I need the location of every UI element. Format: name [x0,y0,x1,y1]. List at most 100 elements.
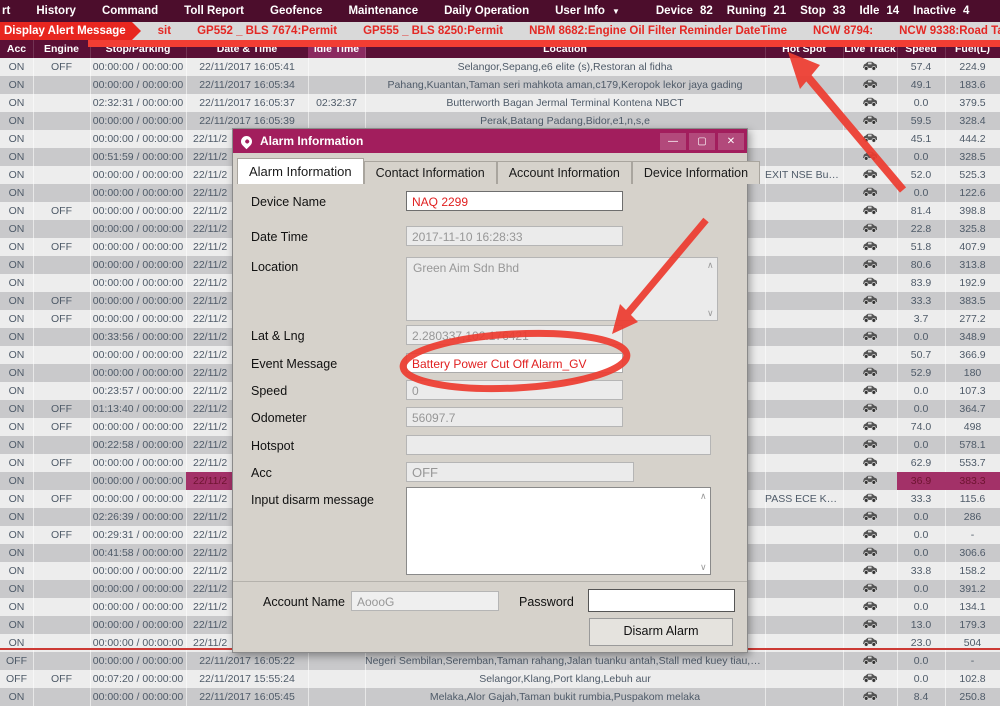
cell-hot-spot [765,184,844,202]
car-icon[interactable] [862,385,878,395]
car-icon[interactable] [862,151,878,161]
cell-acc: ON [0,472,34,490]
cell-live-track [843,544,898,562]
cell-hot-spot [765,58,844,76]
table-row[interactable]: ON OFF 00:00:00 / 00:00:00 22/11/2017 16… [0,58,1000,76]
alert-message: NBM 8682:Engine Oil Filter Reminder Date… [529,25,787,37]
cell-hot-spot: PASS ECE Kar... [765,490,844,508]
close-button[interactable]: ✕ [718,133,744,150]
cell-hot-spot [765,418,844,436]
car-icon[interactable] [862,565,878,575]
car-icon[interactable] [862,583,878,593]
car-icon[interactable] [862,313,878,323]
column-header-acc[interactable]: Acc [0,40,34,58]
menu-item-command[interactable]: Command [89,5,171,17]
cell-stop-parking: 00:00:00 / 00:00:00 [90,598,187,616]
car-icon[interactable] [862,79,878,89]
lat-lng-field[interactable]: 2.280337,102.176421 [406,325,623,345]
location-field[interactable]: Green Aim Sdn Bhd [406,257,718,321]
cell-acc: ON [0,328,34,346]
chevron-down-icon[interactable]: ▼ [612,7,620,16]
maximize-button[interactable]: ▢ [689,133,715,150]
car-icon[interactable] [862,277,878,287]
car-icon[interactable] [862,475,878,485]
cell-fuel: 102.8 [945,670,1000,688]
menu-item-report[interactable]: rt [0,5,23,17]
disarm-message-field[interactable] [406,487,711,575]
table-row[interactable]: ON 00:00:00 / 00:00:00 22/11/2017 16:05:… [0,688,1000,706]
car-icon[interactable] [862,331,878,341]
date-time-field[interactable]: 2017-11-10 16:28:33 [406,226,623,246]
car-icon[interactable] [862,511,878,521]
car-icon[interactable] [862,421,878,431]
car-icon[interactable] [862,187,878,197]
cell-fuel: 525.3 [945,166,1000,184]
minimize-button[interactable]: — [660,133,686,150]
device-name-field[interactable]: NAQ 2299 [406,191,623,211]
scroll-up-icon: ∧ [707,261,714,270]
cell-acc: ON [0,490,34,508]
cell-engine: OFF [33,400,91,418]
table-row[interactable]: OFF OFF 00:07:20 / 00:00:00 22/11/2017 1… [0,670,1000,688]
dialog-title-bar[interactable]: Alarm Information — ▢ ✕ [233,129,747,153]
car-icon[interactable] [862,439,878,449]
table-row[interactable]: ON 00:00:00 / 00:00:00 22/11/2017 16:05:… [0,76,1000,94]
account-name-field[interactable]: AoooG [351,591,499,611]
tab-device-information[interactable]: Device Information [632,161,760,184]
car-icon[interactable] [862,295,878,305]
car-icon[interactable] [862,349,878,359]
cell-stop-parking: 00:00:00 / 00:00:00 [90,418,187,436]
tab-contact-information[interactable]: Contact Information [364,161,497,184]
tab-account-information[interactable]: Account Information [497,161,632,184]
car-icon[interactable] [862,637,878,647]
event-message-field[interactable]: Battery Power Cut Off Alarm_GV [406,353,623,373]
car-icon[interactable] [862,601,878,611]
cell-engine [33,148,91,166]
cell-stop-parking: 00:00:00 / 00:00:00 [90,166,187,184]
car-icon[interactable] [862,97,878,107]
menu-item-maintenance[interactable]: Maintenance [335,5,431,17]
table-row[interactable]: OFF 00:00:00 / 00:00:00 22/11/2017 16:05… [0,652,1000,670]
car-icon[interactable] [862,223,878,233]
car-icon[interactable] [862,529,878,539]
car-icon[interactable] [862,169,878,179]
car-icon[interactable] [862,133,878,143]
cell-fuel: 379.5 [945,94,1000,112]
car-icon[interactable] [862,547,878,557]
menu-item-geofence[interactable]: Geofence [257,5,335,17]
disarm-alarm-button[interactable]: Disarm Alarm [589,618,733,646]
car-icon[interactable] [862,457,878,467]
cell-stop-parking: 00:00:00 / 00:00:00 [90,58,187,76]
menu-item-toll-report[interactable]: Toll Report [171,5,257,17]
cell-stop-parking: 00:23:57 / 00:00:00 [90,382,187,400]
car-icon[interactable] [862,205,878,215]
speed-field[interactable]: 0 [406,380,623,400]
menu-item-history[interactable]: History [23,5,89,17]
cell-hot-spot [765,382,844,400]
hotspot-field[interactable] [406,435,711,455]
car-icon[interactable] [862,403,878,413]
cell-speed: 57.4 [897,58,946,76]
car-icon[interactable] [862,367,878,377]
car-icon[interactable] [862,691,878,701]
menu-item-daily-operation[interactable]: Daily Operation [431,5,542,17]
display-alert-message-badge[interactable]: Display Alert Message [0,22,132,40]
car-icon[interactable] [862,619,878,629]
car-icon[interactable] [862,241,878,251]
table-row[interactable]: ON 02:32:31 / 00:00:00 22/11/2017 16:05:… [0,94,1000,112]
password-field[interactable] [588,589,735,612]
car-icon[interactable] [862,493,878,503]
car-icon[interactable] [862,655,878,665]
acc-field[interactable]: OFF [406,462,634,482]
car-icon[interactable] [862,259,878,269]
car-icon[interactable] [862,673,878,683]
menu-item-user-info[interactable]: User Info [542,5,618,17]
car-icon[interactable] [862,61,878,71]
odometer-field[interactable]: 56097.7 [406,407,623,427]
cell-speed: 33.8 [897,562,946,580]
column-header-engine[interactable]: Engine [33,40,91,58]
car-icon[interactable] [862,115,878,125]
cell-stop-parking: 00:00:00 / 00:00:00 [90,652,187,670]
cell-engine [33,220,91,238]
tab-alarm-information[interactable]: Alarm Information [237,158,364,184]
